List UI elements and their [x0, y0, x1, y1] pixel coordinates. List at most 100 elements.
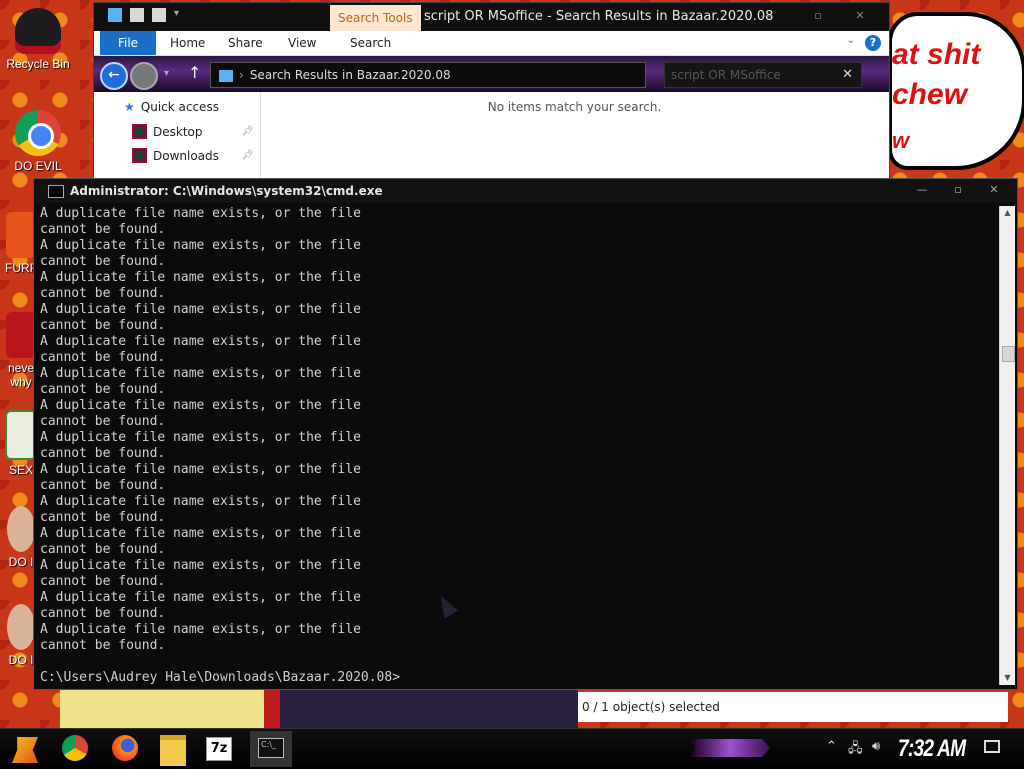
explorer-status-bar: 0 / 1 object(s) selected: [578, 692, 1008, 722]
minimize-button[interactable]: —: [753, 7, 779, 25]
folder-icon: [219, 69, 233, 82]
console-line: A duplicate file name exists, or the fil…: [40, 302, 361, 317]
cmd-icon[interactable]: C:\_: [258, 738, 284, 758]
console-line: A duplicate file name exists, or the fil…: [40, 526, 361, 541]
window-title: Administrator: C:\Windows\system32\cmd.e…: [70, 184, 383, 198]
address-path: Search Results in Bazaar.2020.08: [249, 68, 451, 82]
folder-icon[interactable]: [108, 8, 122, 22]
tab-file[interactable]: File: [100, 31, 156, 55]
cmd-icon: [48, 185, 64, 198]
tab-search[interactable]: Search: [350, 31, 391, 55]
console-line: A duplicate file name exists, or the fil…: [40, 270, 361, 285]
scroll-thumb[interactable]: [1002, 346, 1015, 362]
console-line: cannot be found.: [40, 222, 166, 237]
scroll-up-icon[interactable]: ▲: [1000, 206, 1015, 220]
explorer-titlebar: ▾ Search Tools script OR MSoffice - Sear…: [94, 3, 889, 31]
volume-icon[interactable]: 🔊︎: [872, 739, 880, 754]
nav-item-label: Quick access: [140, 100, 219, 114]
console-line: cannot be found.: [40, 318, 166, 333]
forward-button[interactable]: [130, 62, 158, 90]
expand-ribbon-icon[interactable]: ⌄: [847, 35, 855, 46]
pin-icon[interactable]: 📌︎: [241, 150, 254, 161]
console-line: A duplicate file name exists, or the fil…: [40, 334, 361, 349]
address-bar[interactable]: › Search Results in Bazaar.2020.08: [210, 62, 646, 88]
image-icon: [7, 604, 35, 650]
chevron-down-icon[interactable]: ▾: [174, 8, 179, 22]
maximize-button[interactable]: ▫: [805, 7, 831, 25]
desktop-icon-label: DO I: [8, 555, 34, 569]
document-icon: [6, 312, 36, 358]
console-line: A duplicate file name exists, or the fil…: [40, 238, 361, 253]
taskbar-decoration: [690, 739, 770, 757]
empty-results-message: No items match your search.: [487, 100, 662, 114]
tab-view[interactable]: View: [288, 31, 316, 55]
firefox-icon[interactable]: [112, 735, 138, 761]
ribbon: File Home Share View Search ⌄ ?: [94, 31, 889, 56]
desktop-icon-label: SEX: [8, 463, 33, 477]
breadcrumb-separator-icon: ›: [239, 68, 244, 82]
tab-share[interactable]: Share: [228, 31, 263, 55]
console-line: A duplicate file name exists, or the fil…: [40, 366, 361, 381]
image-icon: [7, 506, 35, 552]
network-icon[interactable]: 🖧︎: [848, 739, 863, 761]
console-line: A duplicate file name exists, or the fil…: [40, 590, 361, 605]
7zip-icon[interactable]: 7z: [206, 737, 232, 761]
console-output[interactable]: A duplicate file name exists, or the fil…: [40, 206, 995, 689]
maximize-button[interactable]: ▫: [941, 182, 975, 200]
desktop-icon-label: DO EVIL: [14, 159, 62, 173]
close-button[interactable]: ✕: [847, 7, 873, 25]
minimize-button[interactable]: —: [905, 182, 939, 200]
desktop-icon-label: Recycle Bin: [6, 57, 70, 71]
desktop-icon-label: neve why: [7, 361, 35, 389]
nav-item-downloads[interactable]: Downloads: [132, 148, 219, 163]
search-query: script OR MSoffice: [671, 68, 781, 82]
pin-icon[interactable]: 📌︎: [241, 126, 254, 137]
tab-search-tools[interactable]: Search Tools: [330, 5, 421, 31]
search-input[interactable]: script OR MSoffice ✕: [664, 62, 862, 88]
back-button[interactable]: ←: [100, 62, 128, 90]
close-button[interactable]: ✕: [977, 182, 1011, 200]
console-line: cannot be found.: [40, 414, 166, 429]
up-button[interactable]: ↑: [188, 63, 201, 82]
properties-icon[interactable]: [130, 8, 144, 22]
console-line: cannot be found.: [40, 574, 166, 589]
console-line: cannot be found.: [40, 478, 166, 493]
recent-locations-icon[interactable]: ▾: [164, 68, 169, 79]
console-line: C:\Users\Audrey Hale\Downloads\Bazaar.20…: [40, 670, 401, 685]
recycle-bin-icon: [15, 8, 61, 54]
chrome-icon[interactable]: [62, 735, 88, 761]
console-line: cannot be found.: [40, 286, 166, 301]
console-line: cannot be found.: [40, 446, 166, 461]
console-line: cannot be found.: [40, 382, 166, 397]
console-line: A duplicate file name exists, or the fil…: [40, 206, 361, 221]
console-line: cannot be found.: [40, 510, 166, 525]
help-icon[interactable]: ?: [865, 35, 881, 51]
console-line: A duplicate file name exists, or the fil…: [40, 430, 361, 445]
desktop-icon-chrome[interactable]: DO EVIL: [4, 110, 72, 173]
nav-item-desktop[interactable]: Desktop: [132, 124, 203, 139]
desktop-icon-recycle-bin[interactable]: Recycle Bin: [4, 8, 72, 71]
tab-home[interactable]: Home: [170, 31, 205, 55]
console-line: cannot be found.: [40, 638, 166, 653]
cmd-titlebar[interactable]: Administrator: C:\Windows\system32\cmd.e…: [34, 179, 1017, 203]
new-folder-icon[interactable]: [152, 8, 166, 22]
explorer-body: ★ Quick access Desktop 📌︎ Downloads 📌︎ N…: [94, 92, 889, 179]
wallpaper-fragment: [60, 690, 280, 728]
wallpaper-fragment: [280, 690, 578, 728]
vertical-scrollbar[interactable]: ▲ ▼: [999, 206, 1015, 685]
console-line: A duplicate file name exists, or the fil…: [40, 558, 361, 573]
clock[interactable]: 7:32 AM: [898, 735, 966, 763]
chevron-up-icon[interactable]: ⌃: [826, 739, 837, 754]
console-line: cannot be found.: [40, 254, 166, 269]
file-explorer-icon[interactable]: [160, 735, 186, 766]
file-explorer-window: ▾ Search Tools script OR MSoffice - Sear…: [93, 2, 890, 180]
scroll-down-icon[interactable]: ▼: [1000, 671, 1015, 685]
notifications-icon[interactable]: [984, 740, 1000, 753]
desktop-icon: [132, 124, 147, 139]
cmd-window[interactable]: Administrator: C:\Windows\system32\cmd.e…: [33, 178, 1018, 690]
nav-item-quick-access[interactable]: ★ Quick access: [124, 100, 219, 114]
quick-access-toolbar: ▾: [108, 8, 179, 22]
nav-item-label: Downloads: [153, 148, 219, 163]
clear-search-icon[interactable]: ✕: [842, 63, 853, 87]
start-icon[interactable]: [12, 737, 38, 763]
